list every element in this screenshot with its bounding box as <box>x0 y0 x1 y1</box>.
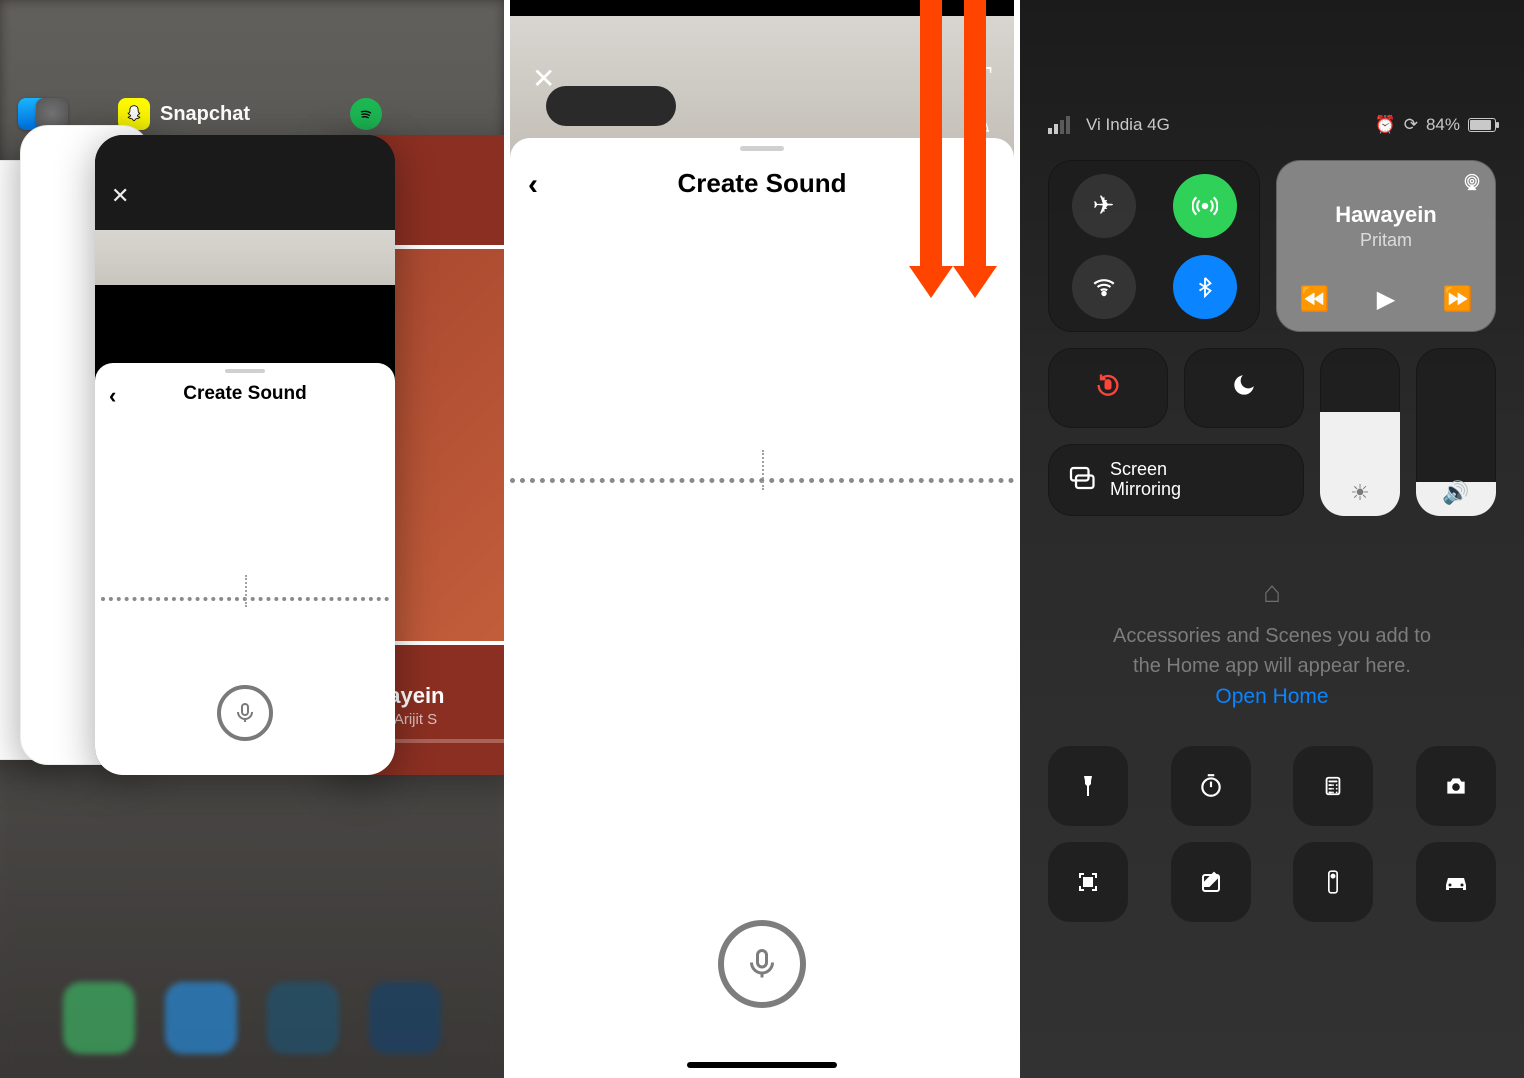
cellular-data-toggle[interactable] <box>1173 174 1237 238</box>
play-button[interactable]: ▶ <box>1377 285 1395 314</box>
waveform <box>510 460 1014 500</box>
waveform <box>95 583 395 613</box>
rewind-button[interactable]: ⏪ <box>1300 285 1330 314</box>
orientation-lock-icon <box>1094 371 1122 406</box>
wifi-toggle[interactable] <box>1072 255 1136 319</box>
flashlight-button[interactable] <box>1048 746 1128 826</box>
record-button[interactable] <box>718 920 806 1008</box>
sheet-title: Create Sound <box>95 383 395 405</box>
dock-app-1[interactable] <box>63 982 135 1054</box>
annotation-arrow-2 <box>964 0 986 270</box>
open-home-link[interactable]: Open Home <box>1215 685 1328 708</box>
camera-preview <box>95 230 395 285</box>
airplane-mode-toggle[interactable]: ✈︎ <box>1072 174 1136 238</box>
record-button[interactable] <box>217 685 273 741</box>
dock <box>0 958 504 1078</box>
snapchat-app-label[interactable]: Snapchat <box>118 98 250 130</box>
orientation-lock-toggle[interactable] <box>1048 348 1168 428</box>
bluetooth-toggle[interactable] <box>1173 255 1237 319</box>
home-text-line1: Accessories and Scenes you add to <box>1113 625 1431 647</box>
moon-icon <box>1231 372 1257 405</box>
qr-scan-button[interactable] <box>1048 842 1128 922</box>
brightness-slider[interactable]: ☀︎ <box>1320 348 1400 516</box>
carrier-label: Vi India 4G <box>1086 115 1170 135</box>
volume-icon: 🔊 <box>1416 480 1496 506</box>
carplay-button[interactable] <box>1416 842 1496 922</box>
sheet-grabber[interactable] <box>740 146 784 151</box>
app-switcher-panel: ‹ Snapchat ⌄ Hawayein Pritam, Arijit S <box>0 0 504 1078</box>
home-text-line2: the Home app will appear here. <box>1133 655 1411 677</box>
phone-camera-prop <box>546 86 676 126</box>
now-playing-tile[interactable]: Hawayein Pritam ⏪ ▶ ⏩ <box>1276 160 1496 332</box>
screen-mirroring-icon <box>1066 463 1096 498</box>
forward-button[interactable]: ⏩ <box>1442 285 1472 314</box>
snapchat-card[interactable]: ✕ ‹ Create Sound <box>95 135 395 775</box>
create-sound-sheet: ‹ Create Sound <box>95 363 395 775</box>
apple-tv-remote-button[interactable] <box>1293 842 1373 922</box>
do-not-disturb-toggle[interactable] <box>1184 348 1304 428</box>
airplay-icon[interactable] <box>1462 172 1482 197</box>
screen-mirroring-button[interactable]: Screen Mirroring <box>1048 444 1304 516</box>
snapchat-create-sound-screen: ✕ T ✎ ‹ Create Sound <box>504 0 1020 1078</box>
calculator-button[interactable] <box>1293 746 1373 826</box>
timer-button[interactable] <box>1171 746 1251 826</box>
camera-button[interactable] <box>1416 746 1496 826</box>
screen-mirroring-label-2: Mirroring <box>1110 479 1181 499</box>
dock-app-4[interactable] <box>369 982 441 1054</box>
close-icon[interactable]: ✕ <box>532 62 555 95</box>
alarm-icon: ⏰ <box>1375 115 1396 135</box>
snap-header <box>95 135 395 230</box>
home-placeholder: ⌂ Accessories and Scenes you add to the … <box>1020 570 1524 713</box>
connectivity-tile: ✈︎ <box>1048 160 1260 332</box>
orientation-lock-status-icon: ⟳ <box>1404 115 1418 135</box>
dock-app-2[interactable] <box>165 982 237 1054</box>
signal-icon <box>1048 116 1070 134</box>
brightness-icon: ☀︎ <box>1320 480 1400 506</box>
volume-slider[interactable]: 🔊 <box>1416 348 1496 516</box>
now-playing-artist: Pritam <box>1290 230 1482 251</box>
annotation-arrow-1 <box>920 0 942 270</box>
home-icon: ⌂ <box>1020 570 1524 615</box>
screen-mirroring-label-1: Screen <box>1110 459 1167 479</box>
control-center-panel: Vi India 4G ⏰ ⟳ 84% ✈︎ <box>1020 0 1524 1078</box>
close-icon[interactable]: ✕ <box>111 183 129 209</box>
battery-icon <box>1468 118 1496 132</box>
battery-percent: 84% <box>1426 115 1460 135</box>
now-playing-title: Hawayein <box>1290 202 1482 228</box>
sheet-grabber[interactable] <box>225 369 265 373</box>
snapchat-app-name: Snapchat <box>160 103 250 126</box>
home-indicator[interactable] <box>687 1062 837 1068</box>
spotify-icon[interactable] <box>350 98 382 130</box>
dock-app-3[interactable] <box>267 982 339 1054</box>
status-bar: Vi India 4G ⏰ ⟳ 84% <box>1020 112 1524 138</box>
notes-button[interactable] <box>1171 842 1251 922</box>
